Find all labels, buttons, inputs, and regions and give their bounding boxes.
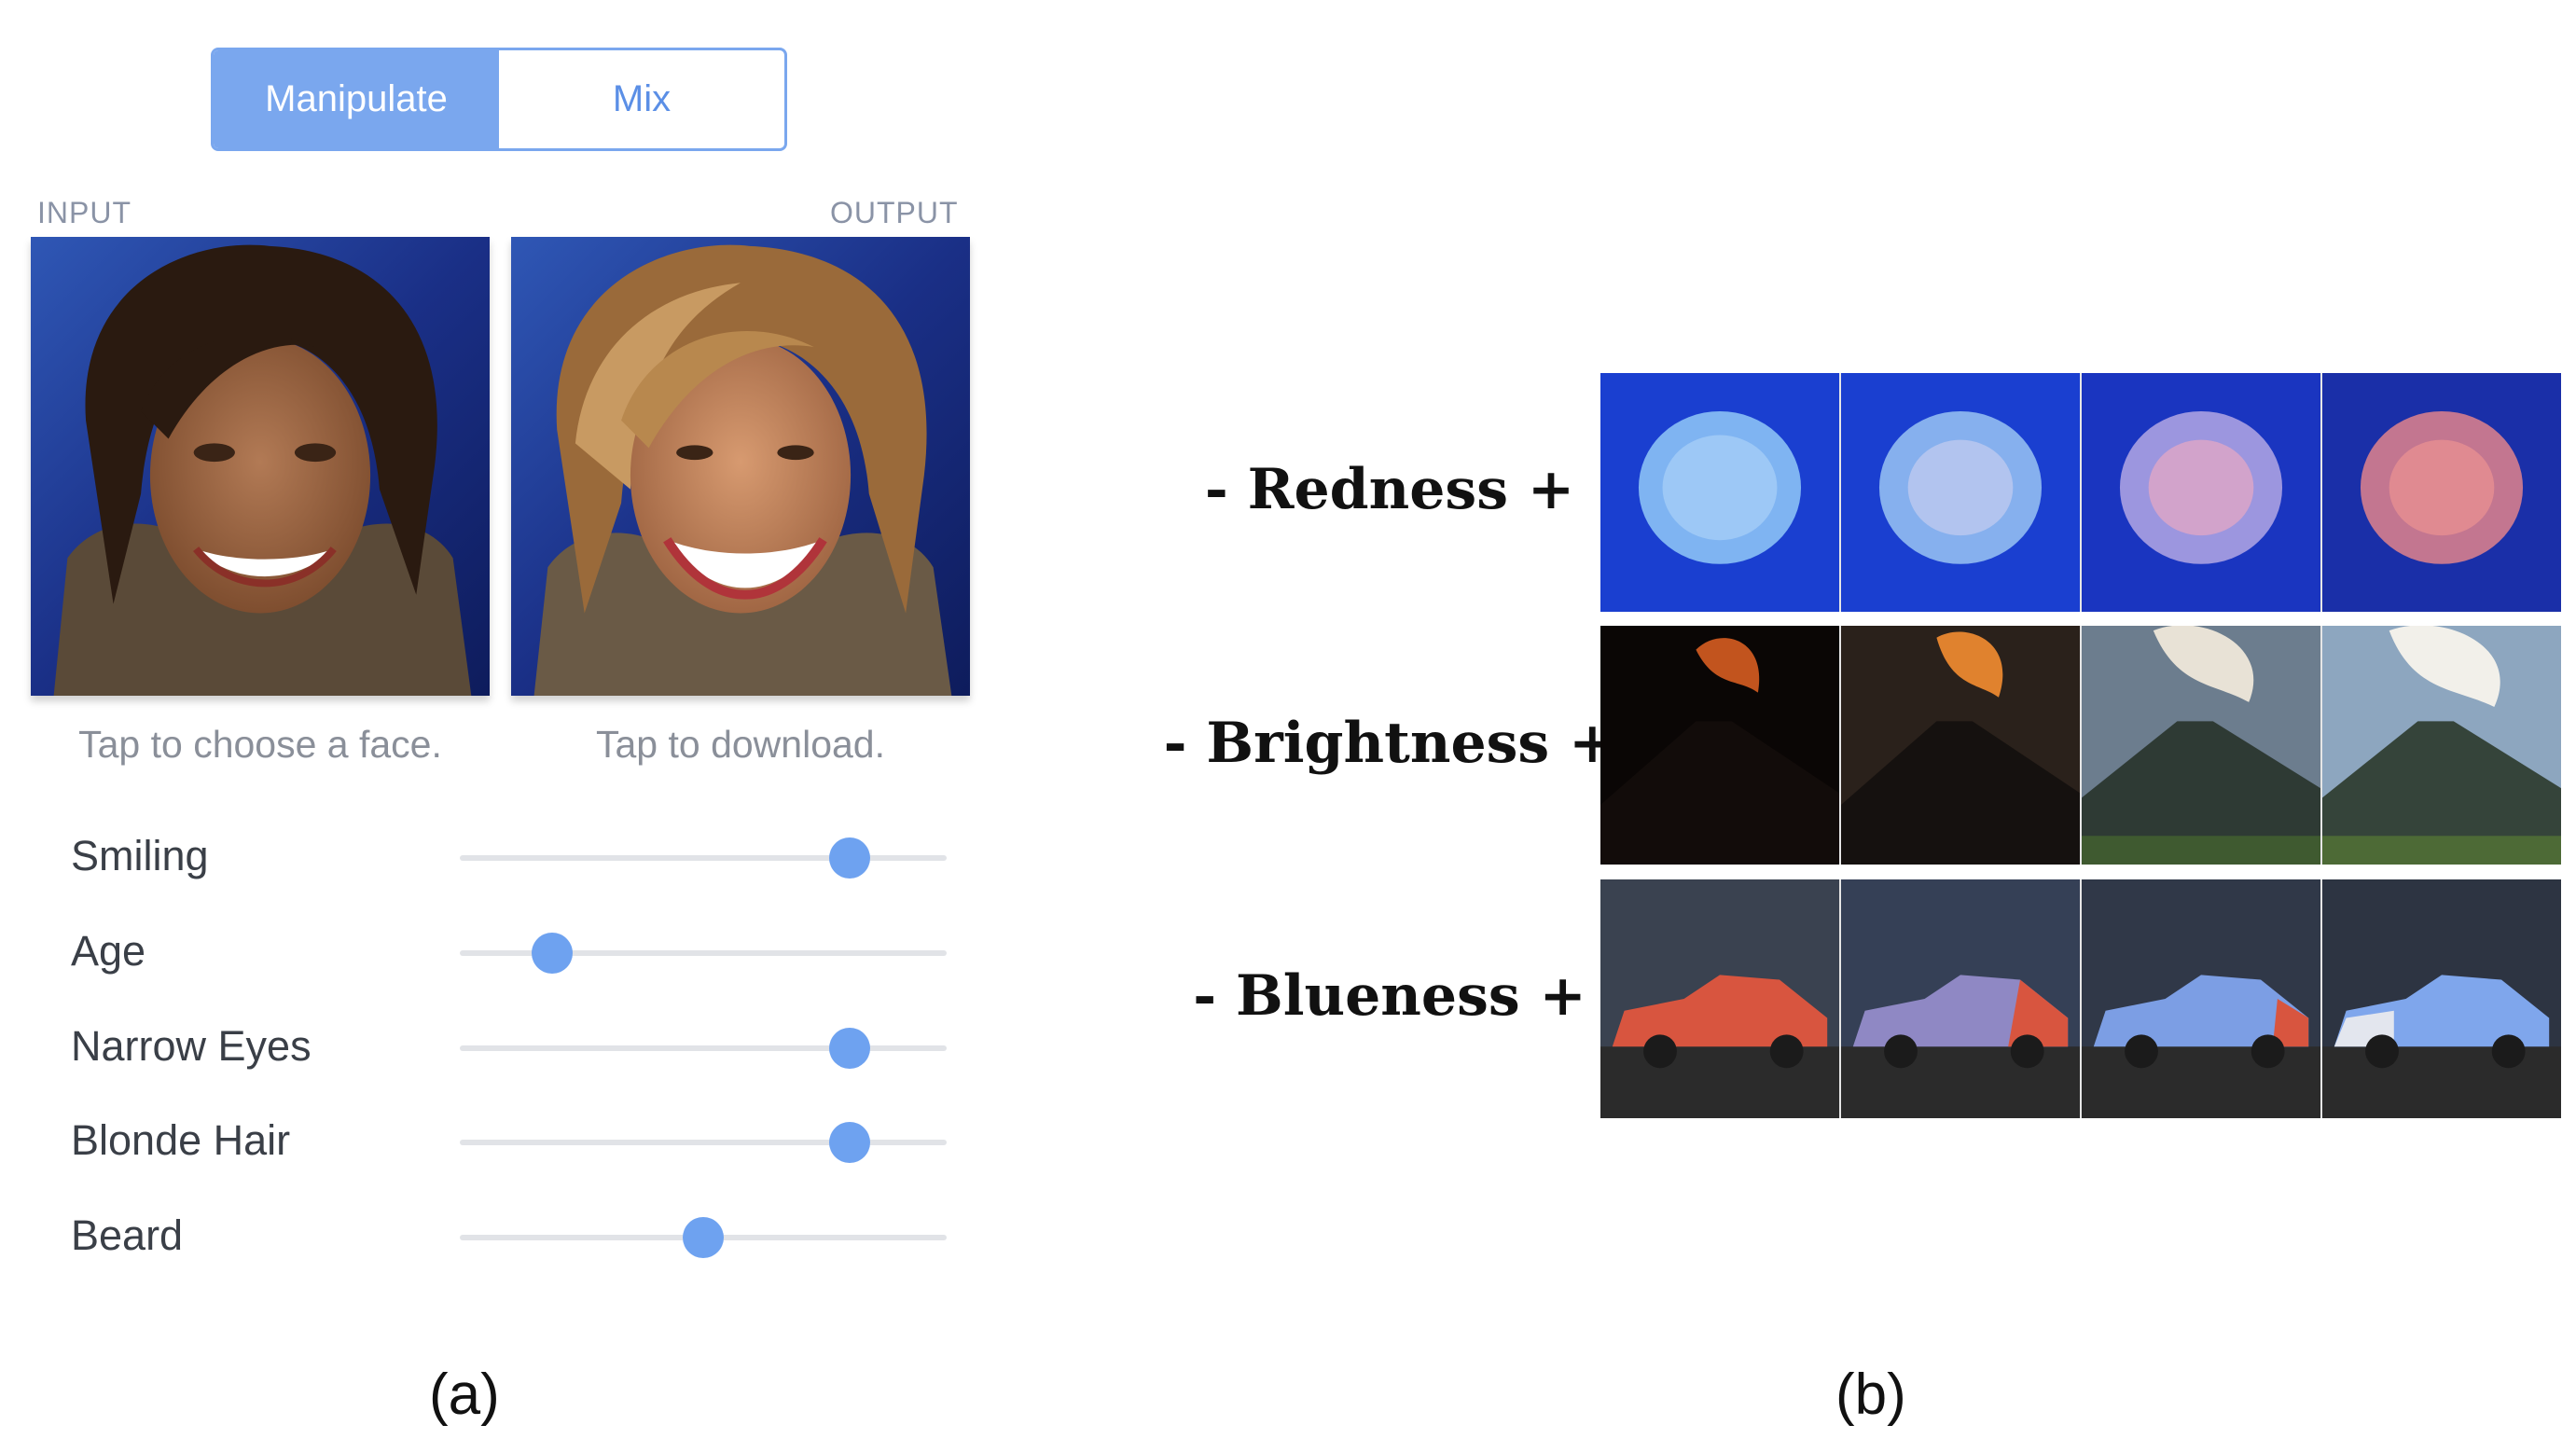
brightness-row-label: - Brightness + (1163, 711, 1616, 776)
car-image-2 (1841, 879, 2082, 1118)
input-face-image[interactable] (31, 237, 490, 696)
blonde-hair-slider[interactable] (460, 1122, 947, 1163)
car-image-4 (2322, 879, 2561, 1118)
slider-label-beard: Beard (71, 1211, 184, 1259)
car-image-3 (2082, 879, 2322, 1118)
narrow-eyes-slider[interactable] (460, 1028, 947, 1069)
slider-label-narrow-eyes: Narrow Eyes (71, 1022, 312, 1070)
jellyfish-image-1 (1600, 373, 1841, 612)
volcano-image-4 (2322, 626, 2561, 865)
volcano-image-3 (2082, 626, 2322, 865)
input-label: INPUT (37, 196, 132, 229)
car-image-1 (1600, 879, 1841, 1118)
slider-label-smiling: Smiling (71, 832, 209, 879)
smiling-slider[interactable] (460, 837, 947, 879)
jellyfish-image-3 (2082, 373, 2322, 612)
age-slider[interactable] (460, 933, 947, 974)
jellyfish-image-2 (1841, 373, 2082, 612)
output-face-illustration (511, 237, 970, 696)
manipulate-tab[interactable]: Manipulate (214, 50, 499, 148)
output-label: OUTPUT (830, 196, 959, 229)
slider-label-age: Age (71, 927, 146, 975)
volcano-image-1 (1600, 626, 1841, 865)
smiling-slider-thumb[interactable] (828, 837, 870, 879)
beard-slider[interactable] (460, 1217, 947, 1258)
panel-a-caption: (a) (429, 1363, 500, 1427)
brightness-image-strip (1600, 626, 2561, 865)
input-face-illustration (31, 237, 490, 696)
volcano-image-2 (1841, 626, 2082, 865)
jellyfish-image-4 (2322, 373, 2561, 612)
output-face-image[interactable] (511, 237, 970, 696)
download-hint: Tap to download. (595, 723, 885, 766)
blonde-hair-slider-thumb[interactable] (828, 1122, 870, 1163)
age-slider-thumb[interactable] (532, 933, 574, 974)
blueness-image-strip (1600, 879, 2561, 1118)
redness-row-label: - Redness + (1204, 457, 1575, 522)
mix-tab[interactable]: Mix (499, 50, 784, 148)
redness-image-strip (1600, 373, 2561, 612)
beard-slider-thumb[interactable] (683, 1217, 724, 1258)
mode-toggle: Manipulate Mix (211, 48, 787, 151)
blueness-row-label: - Blueness + (1193, 963, 1586, 1029)
panel-b-caption: (b) (1835, 1363, 1906, 1427)
choose-face-hint: Tap to choose a face. (78, 723, 442, 766)
narrow-eyes-slider-thumb[interactable] (828, 1028, 870, 1069)
slider-label-blonde-hair: Blonde Hair (71, 1116, 291, 1164)
